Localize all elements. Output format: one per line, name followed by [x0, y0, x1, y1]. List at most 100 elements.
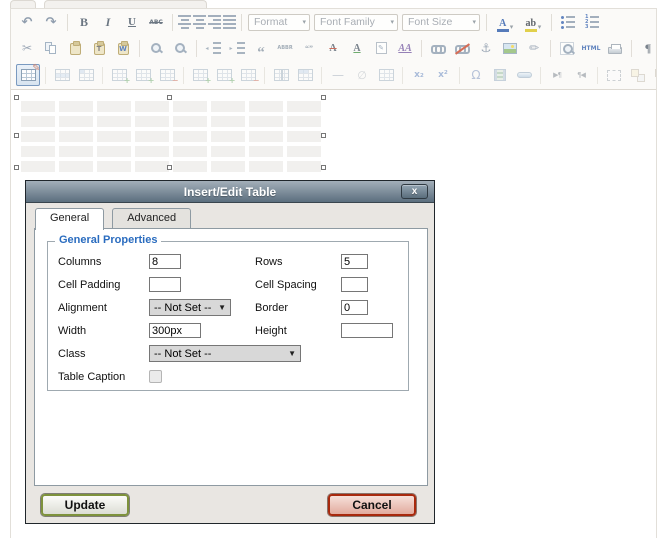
merge-cells-icon[interactable]	[294, 65, 316, 85]
toggle-guidelines-icon[interactable]	[375, 65, 397, 85]
alignment-select[interactable]: -- Not Set --▼	[149, 299, 231, 316]
table-cell[interactable]	[287, 101, 321, 112]
table-cell[interactable]	[97, 116, 131, 127]
table-cell[interactable]	[135, 146, 169, 157]
table-cell[interactable]	[97, 146, 131, 157]
edit-attributes-icon[interactable]: ✎	[370, 38, 392, 58]
indent-icon[interactable]: ▸	[226, 38, 248, 58]
paste-icon[interactable]	[64, 38, 86, 58]
insert-column-before-icon[interactable]: +	[189, 65, 211, 85]
table-cell[interactable]	[21, 161, 55, 172]
table-cell[interactable]	[249, 146, 283, 157]
cell-padding-input[interactable]	[149, 277, 181, 292]
delete-column-icon[interactable]: −	[237, 65, 259, 85]
table-cell[interactable]	[135, 116, 169, 127]
insert-advanced-hr-icon[interactable]	[513, 65, 535, 85]
table-cell[interactable]	[97, 161, 131, 172]
table-cell[interactable]	[59, 101, 93, 112]
table-cell[interactable]	[21, 101, 55, 112]
insert-edit-table-icon[interactable]: ✎	[16, 64, 40, 86]
cancel-button[interactable]: Cancel	[328, 494, 416, 516]
table-cell[interactable]	[135, 131, 169, 142]
bring-forward-icon[interactable]	[627, 65, 649, 85]
table-cell[interactable]	[249, 101, 283, 112]
table-cell[interactable]	[173, 101, 207, 112]
inserted-text-icon[interactable]: A	[346, 38, 368, 58]
insert-media-icon[interactable]	[489, 65, 511, 85]
insert-image-icon[interactable]	[499, 38, 521, 58]
copy-icon[interactable]	[40, 38, 62, 58]
width-input[interactable]	[149, 323, 201, 338]
unlink-icon[interactable]	[451, 38, 473, 58]
table-cell[interactable]	[135, 161, 169, 172]
highlight-color-icon[interactable]: ab▾	[520, 12, 546, 32]
selected-table[interactable]	[21, 101, 321, 172]
undo-icon[interactable]: ↶	[16, 12, 38, 32]
table-cell[interactable]	[287, 131, 321, 142]
split-merged-cells-icon[interactable]	[270, 65, 292, 85]
print-icon[interactable]	[604, 38, 626, 58]
align-center-icon[interactable]	[193, 12, 206, 32]
insert-special-character-icon[interactable]: Ω	[465, 65, 487, 85]
font-size-select[interactable]: Font Size▾	[402, 14, 480, 31]
align-left-icon[interactable]	[178, 12, 191, 32]
cell-spacing-input[interactable]	[341, 277, 368, 292]
table-cell[interactable]	[59, 146, 93, 157]
tab-general[interactable]: General	[35, 208, 104, 230]
border-input[interactable]	[341, 300, 368, 315]
abbreviation-icon[interactable]: ABBR	[274, 38, 296, 58]
table-cell[interactable]	[59, 116, 93, 127]
table-cell[interactable]	[249, 161, 283, 172]
table-cell[interactable]	[173, 146, 207, 157]
table-cell[interactable]	[211, 101, 245, 112]
subscript-icon[interactable]: x₂	[408, 65, 430, 85]
underline-icon[interactable]: U	[121, 12, 143, 32]
selection-handle[interactable]	[14, 133, 19, 138]
delete-row-icon[interactable]: −	[156, 65, 178, 85]
cleanup-code-icon[interactable]: ✏	[523, 38, 545, 58]
table-cell[interactable]	[97, 101, 131, 112]
table-caption-checkbox[interactable]	[149, 370, 162, 383]
update-button[interactable]: Update	[41, 494, 129, 516]
outdent-icon[interactable]: ◂	[202, 38, 224, 58]
redo-icon[interactable]: ↷	[40, 12, 62, 32]
table-cell[interactable]	[287, 161, 321, 172]
superscript-icon[interactable]: x²	[432, 65, 454, 85]
remove-formatting-icon[interactable]: ∅	[351, 65, 373, 85]
strikethrough-icon[interactable]: ABC	[145, 12, 167, 32]
insert-column-after-icon[interactable]: +	[213, 65, 235, 85]
table-cell[interactable]	[135, 101, 169, 112]
table-cell[interactable]	[59, 161, 93, 172]
paste-as-text-icon[interactable]: T	[88, 38, 110, 58]
selection-handle[interactable]	[167, 165, 172, 170]
show-hidden-characters-icon[interactable]: ¶	[637, 38, 656, 58]
table-cell[interactable]	[249, 131, 283, 142]
rows-input[interactable]	[341, 254, 368, 269]
find-and-replace-icon[interactable]	[169, 38, 191, 58]
italic-icon[interactable]: I	[97, 12, 119, 32]
insert-link-icon[interactable]	[427, 38, 449, 58]
class-select[interactable]: -- Not Set --▼	[149, 345, 301, 362]
table-cell[interactable]	[211, 116, 245, 127]
table-cell[interactable]	[59, 131, 93, 142]
align-right-icon[interactable]	[208, 12, 221, 32]
paste-from-word-icon[interactable]: W	[112, 38, 134, 58]
table-cell[interactable]	[211, 131, 245, 142]
find-icon[interactable]	[145, 38, 167, 58]
preview-icon[interactable]	[556, 38, 578, 58]
table-cell[interactable]	[173, 116, 207, 127]
send-backward-icon[interactable]	[651, 65, 656, 85]
selection-handle[interactable]	[321, 165, 326, 170]
cut-icon[interactable]: ✂	[16, 38, 38, 58]
citation-icon[interactable]: “”	[298, 38, 320, 58]
height-input[interactable]	[341, 323, 393, 338]
edit-html-source-icon[interactable]: HTML	[580, 38, 602, 58]
left-to-right-icon[interactable]: ▶¶	[546, 65, 568, 85]
deleted-text-icon[interactable]: A	[322, 38, 344, 58]
bold-icon[interactable]: B	[73, 12, 95, 32]
columns-input[interactable]	[149, 254, 181, 269]
selection-handle[interactable]	[167, 95, 172, 100]
table-cell[interactable]	[287, 146, 321, 157]
table-cell-properties-icon[interactable]	[75, 65, 97, 85]
numbered-list-icon[interactable]: 123	[581, 12, 603, 32]
